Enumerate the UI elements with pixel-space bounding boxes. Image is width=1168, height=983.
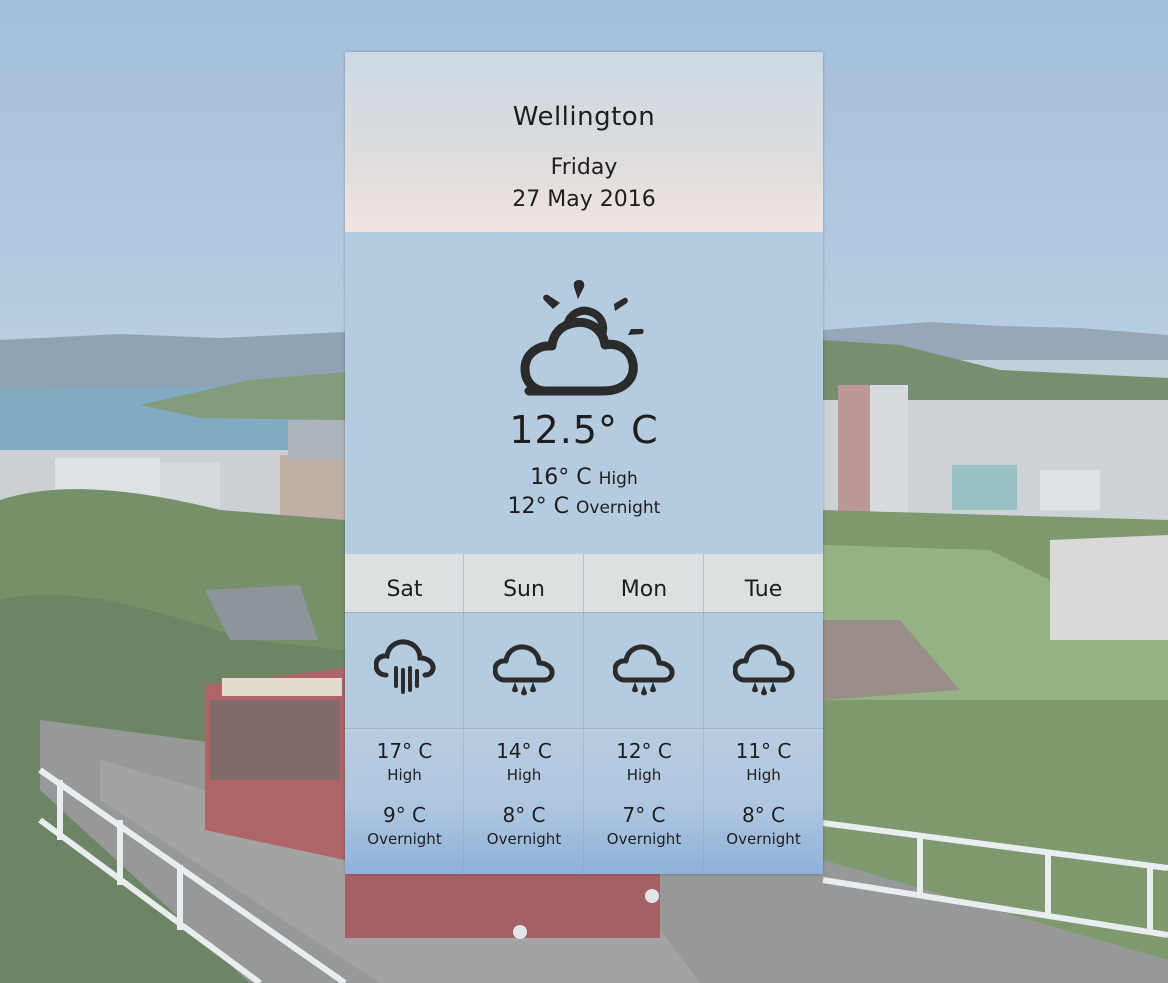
forecast-overnight-label: Overnight [367,830,442,848]
forecast-grid: Sat 17° C High 9° C Overnight Sun 14° C … [345,554,823,874]
forecast-overnight-label: Overnight [606,830,682,848]
forecast-icon-cell [704,612,823,728]
today-high-value: 16° C [530,465,592,490]
forecast-icon-cell [464,612,584,728]
forecast-overnight-label: Overnight [486,830,562,848]
current-conditions: 12.5° C 16° C High 12° C Overnight [345,232,823,554]
current-date: 27 May 2016 [512,187,656,212]
forecast-high-label: High [626,766,662,784]
forecast-icon-cell [345,612,464,728]
forecast-day-label: Tue [744,577,783,602]
heavy-rain-icon [374,639,436,694]
showers-icon [493,644,555,696]
forecast-overnight: 8° C [502,803,546,827]
forecast-high-label: High [746,766,781,784]
forecast-day-header: Tue [704,554,823,612]
forecast-high-label: High [506,766,542,784]
showers-icon [733,644,795,696]
forecast-temps: 14° C High 8° C Overnight [464,728,584,874]
city-name: Wellington [512,102,656,132]
forecast-temps: 17° C High 9° C Overnight [345,728,464,874]
forecast-high: 14° C [496,739,552,763]
weather-card: Wellington Friday 27 May 2016 12.5° C 16… [345,52,823,874]
current-temperature: 12.5° C [509,408,659,452]
forecast-temps: 12° C High 7° C Overnight [584,728,704,874]
today-high: 16° C High [345,465,823,490]
today-overnight-label: Overnight [576,498,661,518]
column-divider [583,554,584,874]
forecast-high: 12° C [616,739,672,763]
forecast-high: 17° C [376,739,433,763]
forecast-overnight: 8° C [741,803,786,827]
forecast-day-header: Mon [584,554,704,612]
forecast-day-label: Sat [386,577,423,602]
today-high-label: High [598,469,638,489]
forecast-day: Sat 17° C High 9° C Overnight [345,554,464,874]
forecast-temps: 11° C High 8° C Overnight [704,728,823,874]
forecast-day-header: Sun [464,554,584,612]
forecast-overnight: 9° C [382,803,427,827]
forecast-high: 11° C [735,739,792,763]
today-overnight: 12° C Overnight [345,494,823,519]
forecast-day-header: Sat [345,554,464,612]
forecast-high-label: High [387,766,422,784]
row-divider [345,612,823,613]
showers-icon [613,644,675,696]
column-divider [703,554,704,874]
location-header: Wellington Friday 27 May 2016 [345,52,823,232]
forecast-overnight-label: Overnight [726,830,801,848]
forecast-day-label: Mon [620,577,668,602]
row-divider [345,728,823,729]
forecast-day-label: Sun [503,577,545,602]
column-divider [463,554,464,874]
forecast-overnight: 7° C [622,803,666,827]
partly-cloudy-icon [511,266,651,396]
today-overnight-value: 12° C [507,494,570,519]
forecast-day: Sun 14° C High 8° C Overnight [464,554,584,874]
current-day: Friday [550,155,618,180]
forecast-day: Mon 12° C High 7° C Overnight [584,554,704,874]
forecast-icon-cell [584,612,704,728]
forecast-day: Tue 11° C High 8° C Overnight [704,554,823,874]
